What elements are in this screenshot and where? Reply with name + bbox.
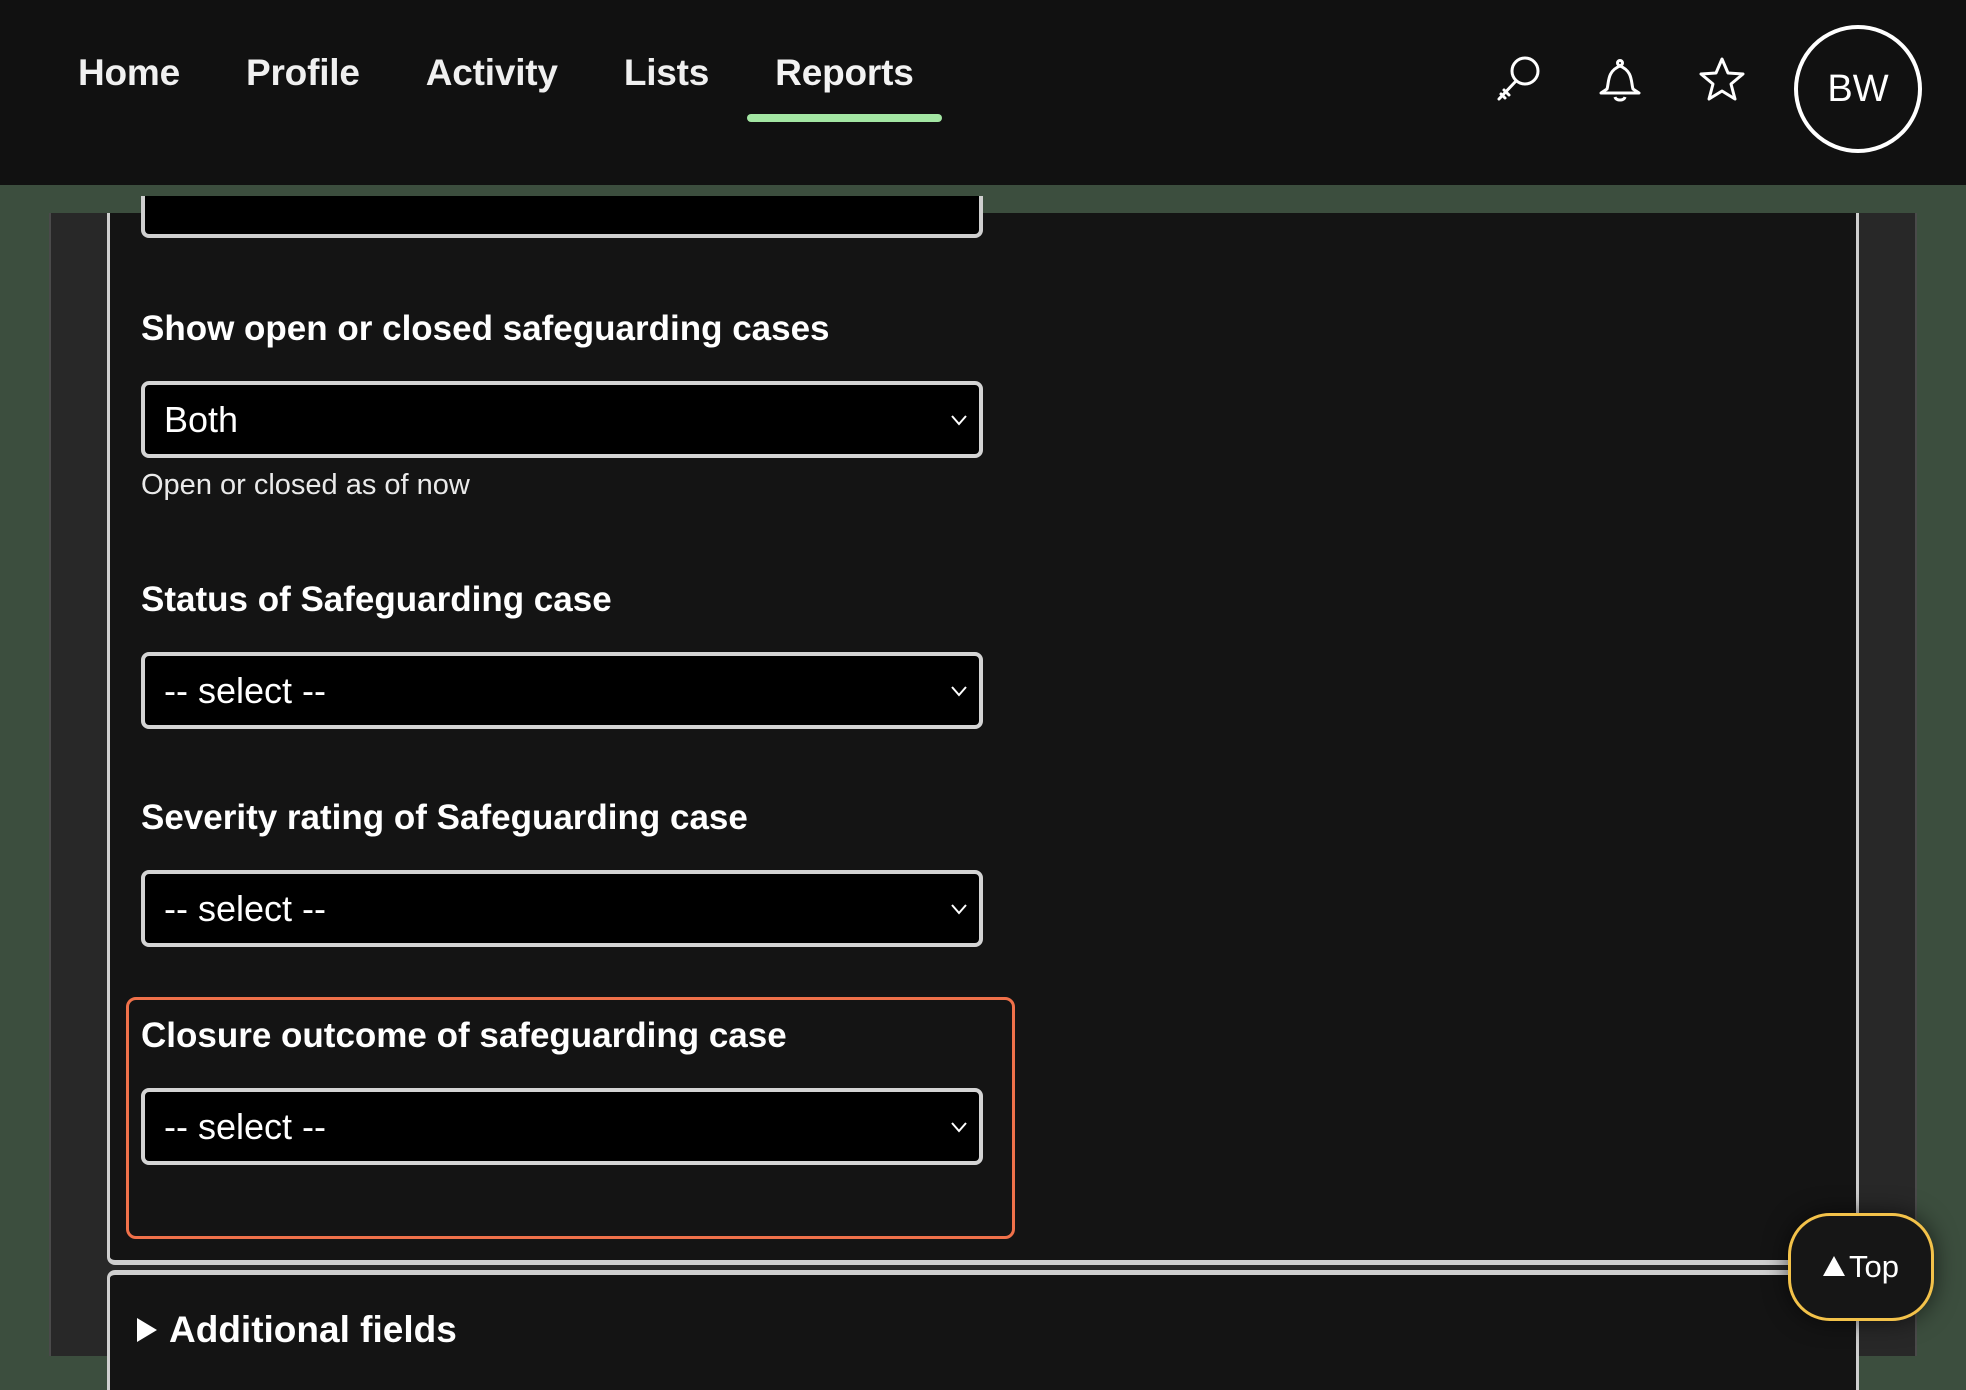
open-closed-select[interactable]: Both: [141, 381, 983, 458]
nav-item-home[interactable]: Home: [78, 52, 180, 116]
nav-item-reports[interactable]: Reports: [747, 52, 942, 122]
back-to-top-button[interactable]: Top: [1788, 1213, 1934, 1321]
closure-select[interactable]: -- select --: [141, 1088, 983, 1165]
additional-fields-label: Additional fields: [169, 1309, 457, 1350]
active-tab-indicator: [747, 114, 942, 122]
chevron-down-icon: [951, 1121, 967, 1133]
chevron-down-icon: [951, 414, 967, 426]
status-value: -- select --: [164, 669, 326, 711]
status-label: Status of Safeguarding case: [141, 580, 612, 619]
arrow-up-icon: [1823, 1256, 1845, 1276]
chevron-down-icon: [951, 903, 967, 915]
star-icon[interactable]: [1694, 52, 1750, 108]
nav-icon-group: [1490, 52, 1750, 108]
main-nav: Home Profile Activity Lists Reports: [78, 52, 942, 122]
user-avatar[interactable]: BW: [1794, 25, 1922, 153]
nav-item-activity[interactable]: Activity: [426, 52, 558, 116]
open-closed-label: Show open or closed safeguarding cases: [141, 309, 830, 348]
open-closed-value: Both: [164, 398, 239, 440]
top-nav-bar: Home Profile Activity Lists Reports BW: [0, 0, 1966, 185]
severity-label: Severity rating of Safeguarding case: [141, 798, 748, 837]
chevron-down-icon: [951, 685, 967, 697]
severity-value: -- select --: [164, 887, 326, 929]
nav-item-profile[interactable]: Profile: [246, 52, 360, 116]
severity-select[interactable]: -- select --: [141, 870, 983, 947]
status-select[interactable]: -- select --: [141, 652, 983, 729]
additional-fields-card: Additional fields: [107, 1270, 1859, 1390]
back-to-top-label: Top: [1849, 1249, 1899, 1284]
partially-visible-field[interactable]: [141, 196, 983, 238]
bell-icon[interactable]: [1592, 52, 1648, 108]
avatar-initials: BW: [1827, 67, 1889, 110]
nav-item-lists[interactable]: Lists: [624, 52, 710, 116]
search-icon[interactable]: [1490, 52, 1546, 108]
open-closed-hint: Open or closed as of now: [141, 469, 470, 501]
additional-fields-toggle[interactable]: Additional fields: [137, 1309, 457, 1351]
closure-label: Closure outcome of safeguarding case: [141, 1016, 787, 1055]
disclosure-triangle-icon: [137, 1318, 157, 1342]
nav-item-reports-label: Reports: [775, 52, 914, 93]
closure-value: -- select --: [164, 1105, 326, 1147]
